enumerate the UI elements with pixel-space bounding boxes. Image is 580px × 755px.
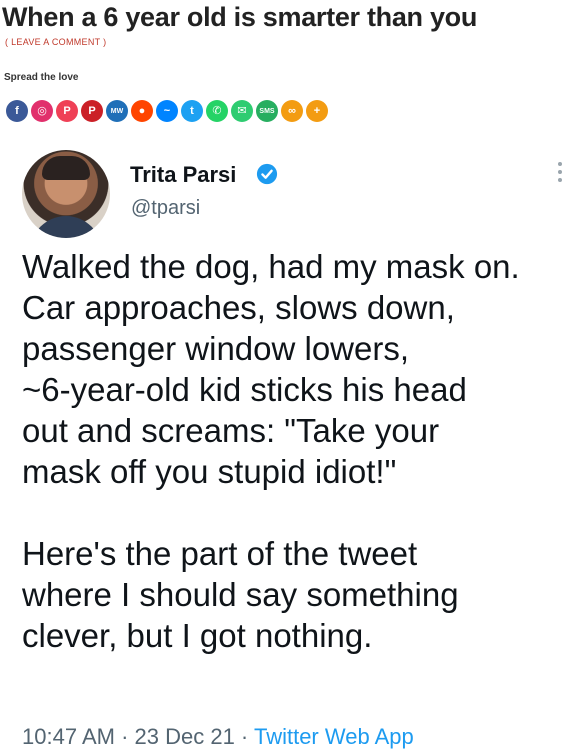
tweet-text: Walked the dog, had my mask on. Car appr… xyxy=(22,246,572,656)
email-glyph: ✉ xyxy=(237,104,247,117)
tweet-line: mask off you stupid idiot!" xyxy=(22,453,397,490)
mewe-icon[interactable]: MW xyxy=(106,100,128,122)
twitter-glyph: t xyxy=(190,104,194,117)
messenger-icon[interactable]: ~ xyxy=(156,100,178,122)
tweet-line: ~6-year-old kid sticks his head xyxy=(22,371,467,408)
instagram-icon[interactable]: ◎ xyxy=(31,100,53,122)
facebook-icon[interactable]: f xyxy=(6,100,28,122)
tweet-line: where I should say something xyxy=(22,576,459,613)
tweet-time[interactable]: 10:47 AM xyxy=(22,724,115,749)
spread-the-love-label: Spread the love xyxy=(4,72,79,83)
pinterest-glyph: P xyxy=(88,104,96,117)
twitter-icon[interactable]: t xyxy=(181,100,203,122)
tweet-source-app[interactable]: Twitter Web App xyxy=(254,724,414,749)
leave-comment-link[interactable]: ( LEAVE A COMMENT ) xyxy=(5,37,106,47)
avatar-hair xyxy=(42,156,90,180)
tweet-line: Here's the part of the tweet xyxy=(22,535,418,572)
link-icon[interactable]: ∞ xyxy=(281,100,303,122)
whatsapp-icon[interactable]: ✆ xyxy=(206,100,228,122)
separator: · xyxy=(234,724,254,749)
tweet-line: out and screams: "Take your xyxy=(22,412,440,449)
whatsapp-glyph: ✆ xyxy=(212,104,222,117)
verified-badge-icon xyxy=(256,163,278,185)
sms-glyph: SMS xyxy=(259,107,275,115)
pocket-glyph: P xyxy=(63,104,71,117)
instagram-glyph: ◎ xyxy=(37,104,47,117)
facebook-glyph: f xyxy=(15,104,19,117)
pinterest-icon[interactable]: P xyxy=(81,100,103,122)
author-handle[interactable]: @tparsi xyxy=(131,197,200,220)
reddit-glyph: ● xyxy=(138,104,146,117)
more-glyph: + xyxy=(313,104,321,117)
tweet-date[interactable]: 23 Dec 21 xyxy=(135,724,235,749)
reddit-icon[interactable]: ● xyxy=(131,100,153,122)
tweet-line: Car approaches, slows down, xyxy=(22,289,455,326)
tweet-line: clever, but I got nothing. xyxy=(22,617,373,654)
avatar-shirt xyxy=(30,216,102,238)
author-name[interactable]: Trita Parsi xyxy=(130,162,236,188)
mewe-glyph: MW xyxy=(110,107,124,115)
tweet-card: Trita Parsi @tparsi Walked the dog, had … xyxy=(0,138,580,755)
tweet-line: Walked the dog, had my mask on. xyxy=(22,248,520,285)
tweet-line: passenger window lowers, xyxy=(22,330,410,367)
tweet-metadata: 10:47 AM · 23 Dec 21 · Twitter Web App xyxy=(22,724,414,750)
avatar[interactable] xyxy=(22,150,110,238)
pocket-icon[interactable]: P xyxy=(56,100,78,122)
separator: · xyxy=(114,724,135,749)
page-title: When a 6 year old is smarter than you xyxy=(2,2,478,32)
share-buttons-bar: f ◎ P P MW ● ~ t ✆ ✉ SMS ∞ + xyxy=(6,100,328,122)
email-icon[interactable]: ✉ xyxy=(231,100,253,122)
copy-link-glyph: ∞ xyxy=(288,104,296,117)
messenger-glyph: ~ xyxy=(163,104,171,117)
more-options-icon[interactable] xyxy=(556,162,564,182)
plus-icon[interactable]: + xyxy=(306,100,328,122)
sms-icon[interactable]: SMS xyxy=(256,100,278,122)
